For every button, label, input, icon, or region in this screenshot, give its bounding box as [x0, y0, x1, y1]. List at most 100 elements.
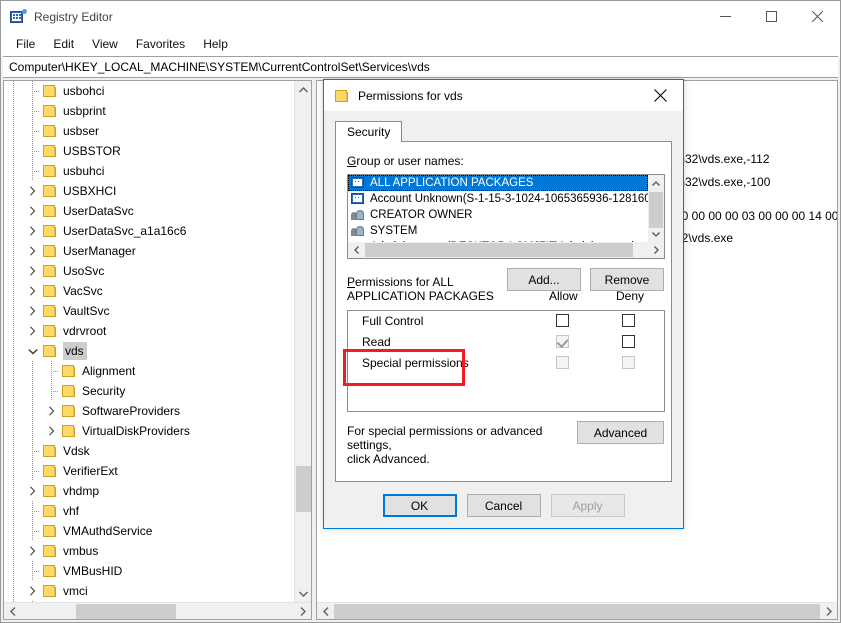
userlist-hscroll-thumb[interactable]: [365, 243, 633, 257]
group-or-user-names-label: Group or user names:: [347, 154, 464, 168]
chevron-right-icon[interactable]: [23, 221, 42, 241]
tree-item-vmbushid[interactable]: VMBusHID: [4, 561, 294, 581]
tree-indent-guide: [4, 441, 23, 461]
permission-row[interactable]: Special permissions: [348, 353, 664, 374]
user-list-item[interactable]: Account Unknown(S-1-15-3-1024-1065365936…: [348, 191, 648, 207]
permission-row[interactable]: Read: [348, 332, 664, 353]
tree-vertical-scrollbar[interactable]: [294, 81, 311, 602]
tree-item-security[interactable]: Security: [4, 381, 294, 401]
chevron-right-icon[interactable]: [23, 581, 42, 601]
tree-leaf-connector: [23, 561, 42, 581]
chevron-right-icon[interactable]: [42, 401, 61, 421]
scroll-left-icon[interactable]: [4, 603, 21, 619]
tree-item-vaultsvc[interactable]: VaultSvc: [4, 301, 294, 321]
chevron-down-icon[interactable]: [23, 341, 42, 361]
tree-item-softwareproviders[interactable]: SoftwareProviders: [4, 401, 294, 421]
scroll-up-icon[interactable]: [295, 81, 311, 98]
menu-help[interactable]: Help: [194, 34, 237, 54]
permissions-table[interactable]: Full Control Read Special permissions: [347, 310, 665, 412]
scroll-left-icon[interactable]: [317, 603, 334, 619]
deny-checkbox[interactable]: [622, 335, 635, 348]
tree-item-vmci[interactable]: vmci: [4, 581, 294, 601]
minimize-icon[interactable]: [702, 1, 748, 32]
tree-item-virtualdiskproviders[interactable]: VirtualDiskProviders: [4, 421, 294, 441]
tree-item-usosvc[interactable]: UsoSvc: [4, 261, 294, 281]
tree-item-usbuhci[interactable]: usbuhci: [4, 161, 294, 181]
chevron-right-icon[interactable]: [23, 201, 42, 221]
deny-checkbox[interactable]: [622, 314, 635, 327]
allow-checkbox: [556, 335, 569, 348]
scroll-right-icon[interactable]: [820, 603, 837, 619]
tree-item-label: usbser: [63, 124, 100, 138]
tree-item-usbprint[interactable]: usbprint: [4, 101, 294, 121]
group-or-user-names-list[interactable]: ALL APPLICATION PACKAGES Account Unknown(…: [347, 174, 665, 259]
tree-item-vhdmp[interactable]: vhdmp: [4, 481, 294, 501]
tree-item-vhf[interactable]: vhf: [4, 501, 294, 521]
folder-icon: [42, 104, 58, 118]
chevron-right-icon[interactable]: [23, 241, 42, 261]
tree-item-alignment[interactable]: Alignment: [4, 361, 294, 381]
scroll-up-icon[interactable]: [648, 175, 664, 191]
chevron-right-icon[interactable]: [23, 301, 42, 321]
tree-item-usbser[interactable]: usbser: [4, 121, 294, 141]
scroll-down-icon[interactable]: [648, 226, 664, 242]
user-list-item[interactable]: ALL APPLICATION PACKAGES: [348, 175, 648, 191]
scroll-down-icon[interactable]: [295, 585, 311, 602]
close-icon[interactable]: [638, 80, 683, 111]
cancel-button[interactable]: Cancel: [466, 494, 541, 517]
tree-item-usbstor[interactable]: USBSTOR: [4, 141, 294, 161]
advanced-button[interactable]: Advanced: [577, 421, 664, 444]
tree-item-verifierext[interactable]: VerifierExt: [4, 461, 294, 481]
tree-item-vds[interactable]: vds: [4, 341, 294, 361]
ok-button[interactable]: OK: [382, 494, 457, 517]
menu-view[interactable]: View: [83, 34, 127, 54]
tree-item-vmbus[interactable]: vmbus: [4, 541, 294, 561]
tree-item-vacsvc[interactable]: VacSvc: [4, 281, 294, 301]
tree-item-vdsk[interactable]: Vdsk: [4, 441, 294, 461]
tree-item-vmauthdservice[interactable]: VMAuthdService: [4, 521, 294, 541]
scroll-right-icon[interactable]: [294, 603, 311, 619]
user-list-item[interactable]: CREATOR OWNER: [348, 207, 648, 223]
userlist-scroll-thumb[interactable]: [649, 192, 663, 228]
userlist-horizontal-scrollbar[interactable]: [348, 242, 664, 258]
add-button[interactable]: Add...: [507, 268, 581, 291]
remove-button[interactable]: Remove: [590, 268, 664, 291]
chevron-right-icon[interactable]: [23, 181, 42, 201]
folder-icon: [42, 544, 58, 558]
tree-hscroll-thumb[interactable]: [76, 604, 176, 619]
tree-item-usbohci[interactable]: usbohci: [4, 81, 294, 101]
tree-item-usbxhci[interactable]: USBXHCI: [4, 181, 294, 201]
values-horizontal-scrollbar[interactable]: [317, 602, 837, 619]
chevron-right-icon[interactable]: [23, 541, 42, 561]
tree-item-userdatasvc[interactable]: UserDataSvc: [4, 201, 294, 221]
permission-name: Special permissions: [362, 356, 469, 370]
tree-item-usermanager[interactable]: UserManager: [4, 241, 294, 261]
menu-edit[interactable]: Edit: [44, 34, 83, 54]
maximize-icon[interactable]: [748, 1, 794, 32]
scroll-right-icon[interactable]: [648, 242, 664, 258]
tree-leaf-connector: [42, 381, 61, 401]
chevron-right-icon[interactable]: [23, 261, 42, 281]
chevron-right-icon[interactable]: [23, 281, 42, 301]
user-list-item[interactable]: SYSTEM: [348, 223, 648, 239]
permission-row[interactable]: Full Control: [348, 311, 664, 332]
tree-item-vdrvroot[interactable]: vdrvroot: [4, 321, 294, 341]
chevron-right-icon[interactable]: [23, 321, 42, 341]
tree-item-label: UserDataSvc: [63, 204, 134, 218]
scroll-left-icon[interactable]: [348, 242, 364, 258]
registry-tree[interactable]: usbohci usbprint usbser USBSTOR usbuhci USBXH…: [4, 81, 294, 602]
chevron-right-icon[interactable]: [42, 421, 61, 441]
chevron-right-icon[interactable]: [23, 481, 42, 501]
tree-item-userdatasvc-a1a16c6[interactable]: UserDataSvc_a1a16c6: [4, 221, 294, 241]
tree-scroll-thumb[interactable]: [296, 466, 311, 512]
menu-favorites[interactable]: Favorites: [127, 34, 194, 54]
userlist-vertical-scrollbar[interactable]: [648, 175, 664, 242]
address-bar[interactable]: Computer\HKEY_LOCAL_MACHINE\SYSTEM\Curre…: [3, 56, 838, 78]
tree-horizontal-scrollbar[interactable]: [4, 602, 311, 619]
allow-checkbox[interactable]: [556, 314, 569, 327]
values-hscroll-thumb[interactable]: [334, 604, 820, 619]
tree-indent-guide: [4, 361, 23, 381]
close-icon[interactable]: [794, 1, 840, 32]
menu-file[interactable]: File: [7, 34, 44, 54]
tab-security[interactable]: Security: [335, 121, 403, 142]
